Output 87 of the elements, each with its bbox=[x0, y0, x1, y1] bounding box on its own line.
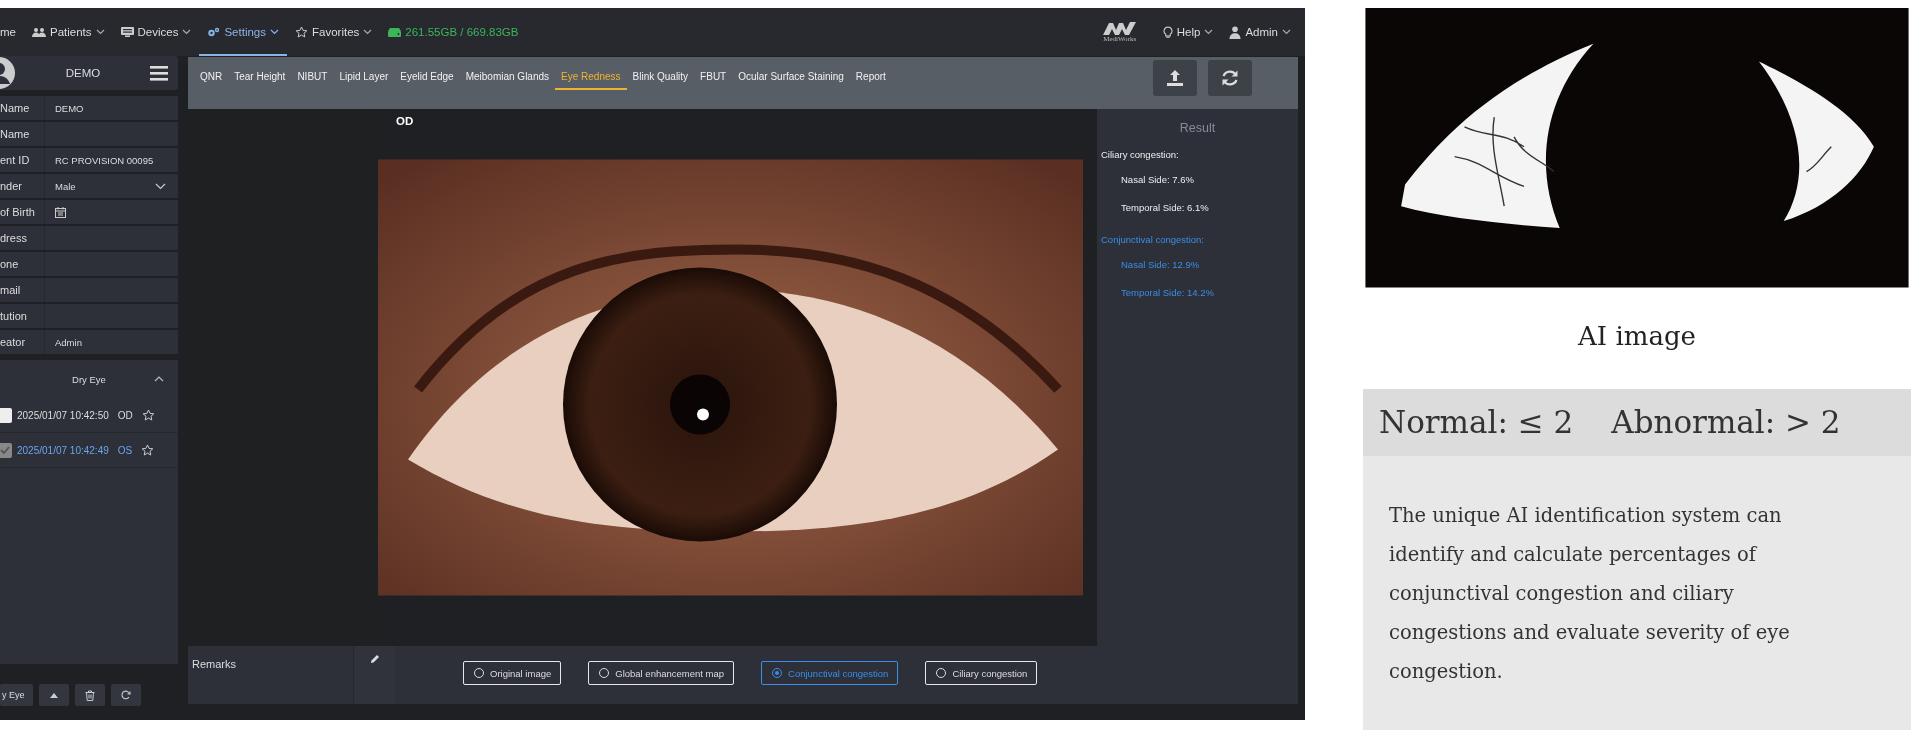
menu-icon[interactable] bbox=[150, 65, 168, 81]
drive-icon bbox=[388, 27, 402, 37]
field-label: nder bbox=[0, 174, 45, 198]
tab[interactable]: Lipid Layer bbox=[333, 64, 395, 90]
device-icon bbox=[120, 27, 134, 37]
eye-side: OS bbox=[117, 444, 133, 456]
tab[interactable]: Meibomian Glands bbox=[459, 64, 556, 90]
trash-icon bbox=[84, 689, 95, 701]
gears-icon bbox=[207, 26, 221, 38]
result-value: Nasal Side: 12.9% bbox=[1121, 259, 1201, 270]
nav-menu-item[interactable]: Admin bbox=[1221, 8, 1299, 56]
view-option-radio[interactable]: Ciliary congestion bbox=[925, 661, 1038, 685]
chevron-down-icon[interactable] bbox=[155, 182, 166, 190]
nav-menu-item[interactable]: Devices bbox=[112, 8, 200, 56]
field-label: Name bbox=[0, 122, 45, 146]
record-time: 2025/01/07 10:42:49 bbox=[17, 444, 109, 456]
field-label: Name bbox=[0, 96, 45, 120]
move-up-button[interactable] bbox=[38, 684, 69, 706]
star-icon bbox=[295, 25, 308, 39]
tab[interactable]: Ocular Surface Staining bbox=[732, 64, 850, 90]
eye-side: OD bbox=[117, 409, 133, 421]
field-label: mail bbox=[0, 278, 45, 302]
abnormal-threshold: Abnormal: > 2 bbox=[1611, 404, 1841, 441]
patient-name: DEMO bbox=[64, 67, 102, 79]
lightbulb-icon bbox=[1162, 25, 1173, 39]
tab[interactable]: QNR bbox=[194, 64, 229, 90]
field-value: Admin bbox=[55, 336, 82, 348]
tab[interactable]: Tear Height bbox=[228, 64, 292, 90]
normal-threshold: Normal: ≤ 2 bbox=[1379, 404, 1574, 441]
result-value: Temporal Side: 6.1% bbox=[1121, 202, 1210, 213]
result-group-title: Ciliary congestion: bbox=[1101, 149, 1180, 160]
view-option-radio[interactable]: Global enhancement map bbox=[588, 661, 735, 685]
result-value: Nasal Side: 7.6% bbox=[1121, 174, 1195, 185]
field-value: DEMO bbox=[55, 102, 84, 114]
tab[interactable]: Eye Redness bbox=[555, 64, 627, 90]
delete-button[interactable] bbox=[74, 684, 105, 706]
view-option-radio[interactable]: Conjunctival congestion bbox=[761, 661, 899, 685]
nav-menu-item[interactable]: Help bbox=[1154, 8, 1222, 56]
record-row[interactable]: 2025/01/07 10:42:49 OS bbox=[0, 433, 178, 468]
caret-icon bbox=[1282, 29, 1291, 35]
people-icon bbox=[32, 26, 46, 38]
refresh-icon bbox=[1220, 69, 1240, 87]
pencil-icon[interactable] bbox=[369, 654, 380, 664]
remarks-label: Remarks bbox=[191, 657, 237, 672]
field-value: Male bbox=[55, 180, 76, 192]
nav-menu-item[interactable]: Patients bbox=[24, 8, 113, 56]
caret-icon bbox=[1204, 29, 1214, 35]
description-text: The unique AI identification system can identify and calculate percentages of conjunctival congestion and ciliary congestions and evaluate severity of eye congestion. bbox=[1363, 456, 1911, 730]
tab[interactable]: FBUT bbox=[694, 64, 733, 90]
storage-usage-text: 261.55GB / 669.83GB bbox=[405, 26, 519, 38]
checkbox[interactable] bbox=[0, 442, 12, 458]
star-icon[interactable] bbox=[141, 408, 155, 422]
tab[interactable]: NIBUT bbox=[291, 64, 334, 90]
star-icon[interactable] bbox=[141, 443, 155, 457]
upload-button[interactable] bbox=[1153, 60, 1197, 96]
nav-menu-item[interactable]: me bbox=[0, 8, 24, 56]
field-label: dress bbox=[0, 226, 45, 250]
user-icon bbox=[1229, 25, 1242, 39]
nav-menu-item[interactable]: Favorites bbox=[287, 8, 381, 56]
tab[interactable]: Blink Quality bbox=[626, 64, 695, 90]
record-row[interactable]: 2025/01/07 10:42:50 OD bbox=[0, 398, 178, 433]
result-group-title: Conjunctival congestion: bbox=[1101, 234, 1205, 245]
field-label: eator bbox=[0, 330, 45, 354]
refresh-icon bbox=[120, 690, 131, 700]
exam-button[interactable]: y Eye bbox=[0, 684, 33, 706]
field-label: of Birth bbox=[0, 200, 45, 224]
caret-icon[interactable] bbox=[154, 376, 164, 382]
eye-side-label: OD bbox=[396, 115, 414, 127]
checkbox[interactable] bbox=[0, 407, 12, 423]
refresh-button[interactable] bbox=[110, 684, 141, 706]
image-caption: AI image bbox=[1576, 320, 1697, 354]
tab[interactable]: Report bbox=[849, 64, 892, 90]
record-time: 2025/01/07 10:42:50 bbox=[17, 409, 109, 421]
tab[interactable]: Eyelid Edge bbox=[394, 64, 460, 90]
field-label: ent ID bbox=[0, 148, 45, 172]
view-option-radio[interactable]: Original image bbox=[463, 661, 562, 685]
result-title: Result bbox=[1178, 121, 1217, 135]
field-value: RC PROVISION 00095 bbox=[55, 154, 154, 166]
upload-icon bbox=[1166, 69, 1184, 87]
logo-icon bbox=[1102, 21, 1137, 35]
field-label: tution bbox=[0, 304, 45, 328]
field-label: one bbox=[0, 252, 45, 276]
calendar-icon[interactable] bbox=[55, 206, 66, 218]
refresh-button[interactable] bbox=[1208, 60, 1252, 96]
records-group-title[interactable]: Dry Eye bbox=[72, 373, 106, 385]
triangle-up-icon bbox=[49, 692, 58, 698]
result-value: Temporal Side: 14.2% bbox=[1121, 287, 1215, 298]
